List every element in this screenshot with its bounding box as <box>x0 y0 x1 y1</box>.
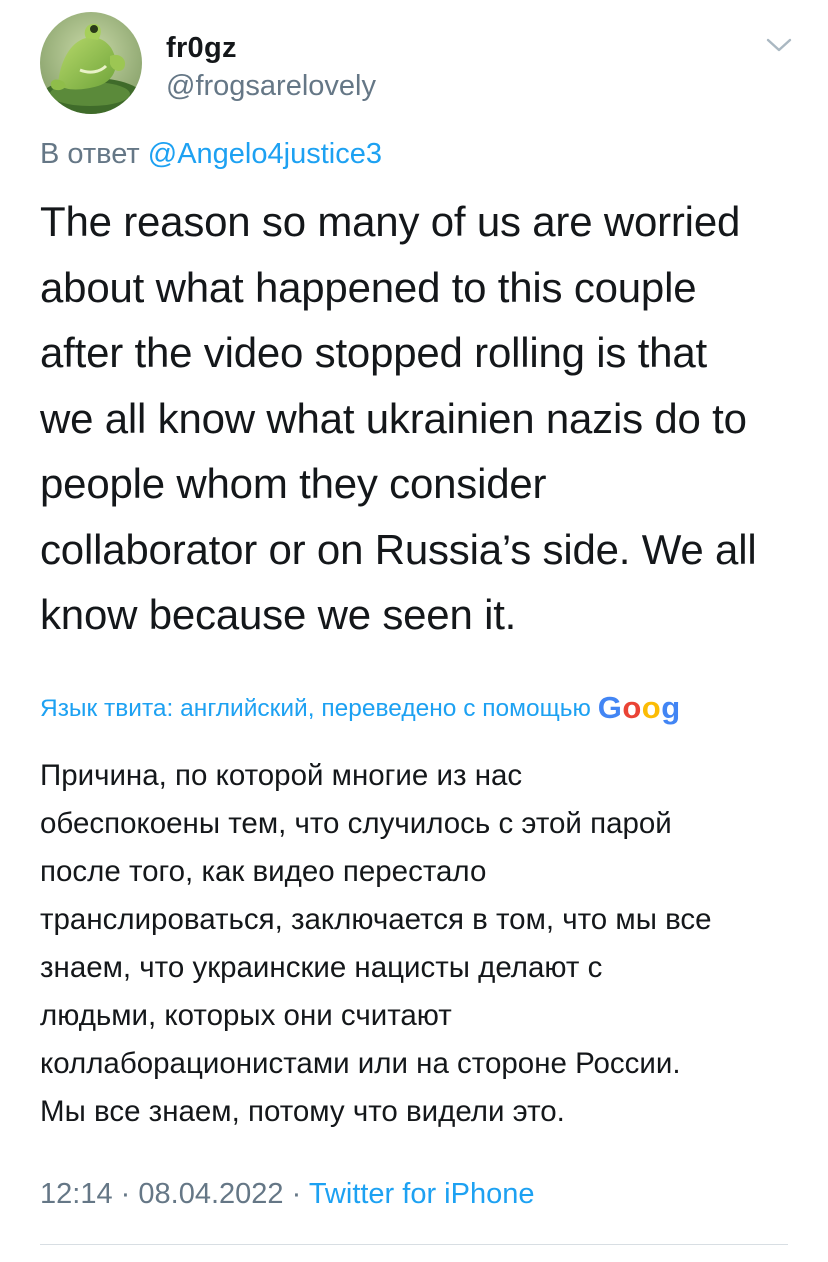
tweet-text-line: we all know what ukrainien nazis do to <box>40 394 747 442</box>
author-display-name[interactable]: fr0gz <box>166 32 237 65</box>
reply-context: В ответ @Angelo4justice3 <box>40 138 382 171</box>
chevron-down-icon <box>766 38 792 52</box>
translated-text-line: обеспокоены тем, что случилось с этой па… <box>40 807 672 840</box>
divider <box>40 1244 788 1245</box>
reply-mention-link[interactable]: @Angelo4justice3 <box>148 138 382 170</box>
translated-text-line: Причина, по которой многие из нас <box>40 759 523 792</box>
translated-text: Причина, по которой многие из нас обеспо… <box>40 752 800 1136</box>
tweet-text-line: collaborator or on Russia’s side. We all <box>40 525 757 573</box>
google-logo: Goog <box>597 690 681 725</box>
translation-attribution-link[interactable]: Язык твита: английский, переведено с пом… <box>40 690 788 726</box>
tweet-text-line: know because we seen it. <box>40 591 517 638</box>
meta-separator: · <box>291 1178 302 1210</box>
translation-label: Язык твита: английский, переведено с пом… <box>40 695 591 722</box>
frog-avatar-icon <box>40 12 142 114</box>
translated-text-line: знаем, что украинские нацисты делают с <box>40 951 603 984</box>
tweet-source-link[interactable]: Twitter for iPhone <box>309 1178 535 1210</box>
meta-separator: · <box>120 1178 131 1210</box>
tweet-date: 08.04.2022 <box>138 1178 284 1210</box>
translated-text-line: транслироваться, заключается в том, что … <box>40 903 712 936</box>
tweet-detail: fr0gz @frogsarelovely В ответ @Angelo4ju… <box>0 0 828 1262</box>
tweet-meta: 12:14 · 08.04.2022 · Twitter for iPhone <box>40 1178 534 1211</box>
translated-text-line: людьми, которых они считают <box>40 999 452 1032</box>
translated-text-line: после того, как видео перестало <box>40 855 487 888</box>
tweet-text-line: people whom they consider <box>40 460 547 507</box>
tweet-text-line: about what happened to this couple <box>40 263 697 311</box>
translated-text-line: коллаборационистами или на стороне Росси… <box>40 1047 681 1080</box>
author-handle[interactable]: @frogsarelovely <box>166 70 376 103</box>
tweet-text-line: after the video stopped rolling is that <box>40 329 707 376</box>
tweet-text: The reason so many of us are worried abo… <box>40 189 800 648</box>
tweet-menu-button[interactable] <box>764 34 794 56</box>
avatar[interactable] <box>40 12 142 114</box>
translated-text-line: Мы все знаем, потому что видели это. <box>40 1095 565 1128</box>
reply-prefix: В ответ <box>40 138 140 170</box>
tweet-time: 12:14 <box>40 1178 113 1210</box>
tweet-text-line: The reason so many of us are worried <box>40 198 741 245</box>
